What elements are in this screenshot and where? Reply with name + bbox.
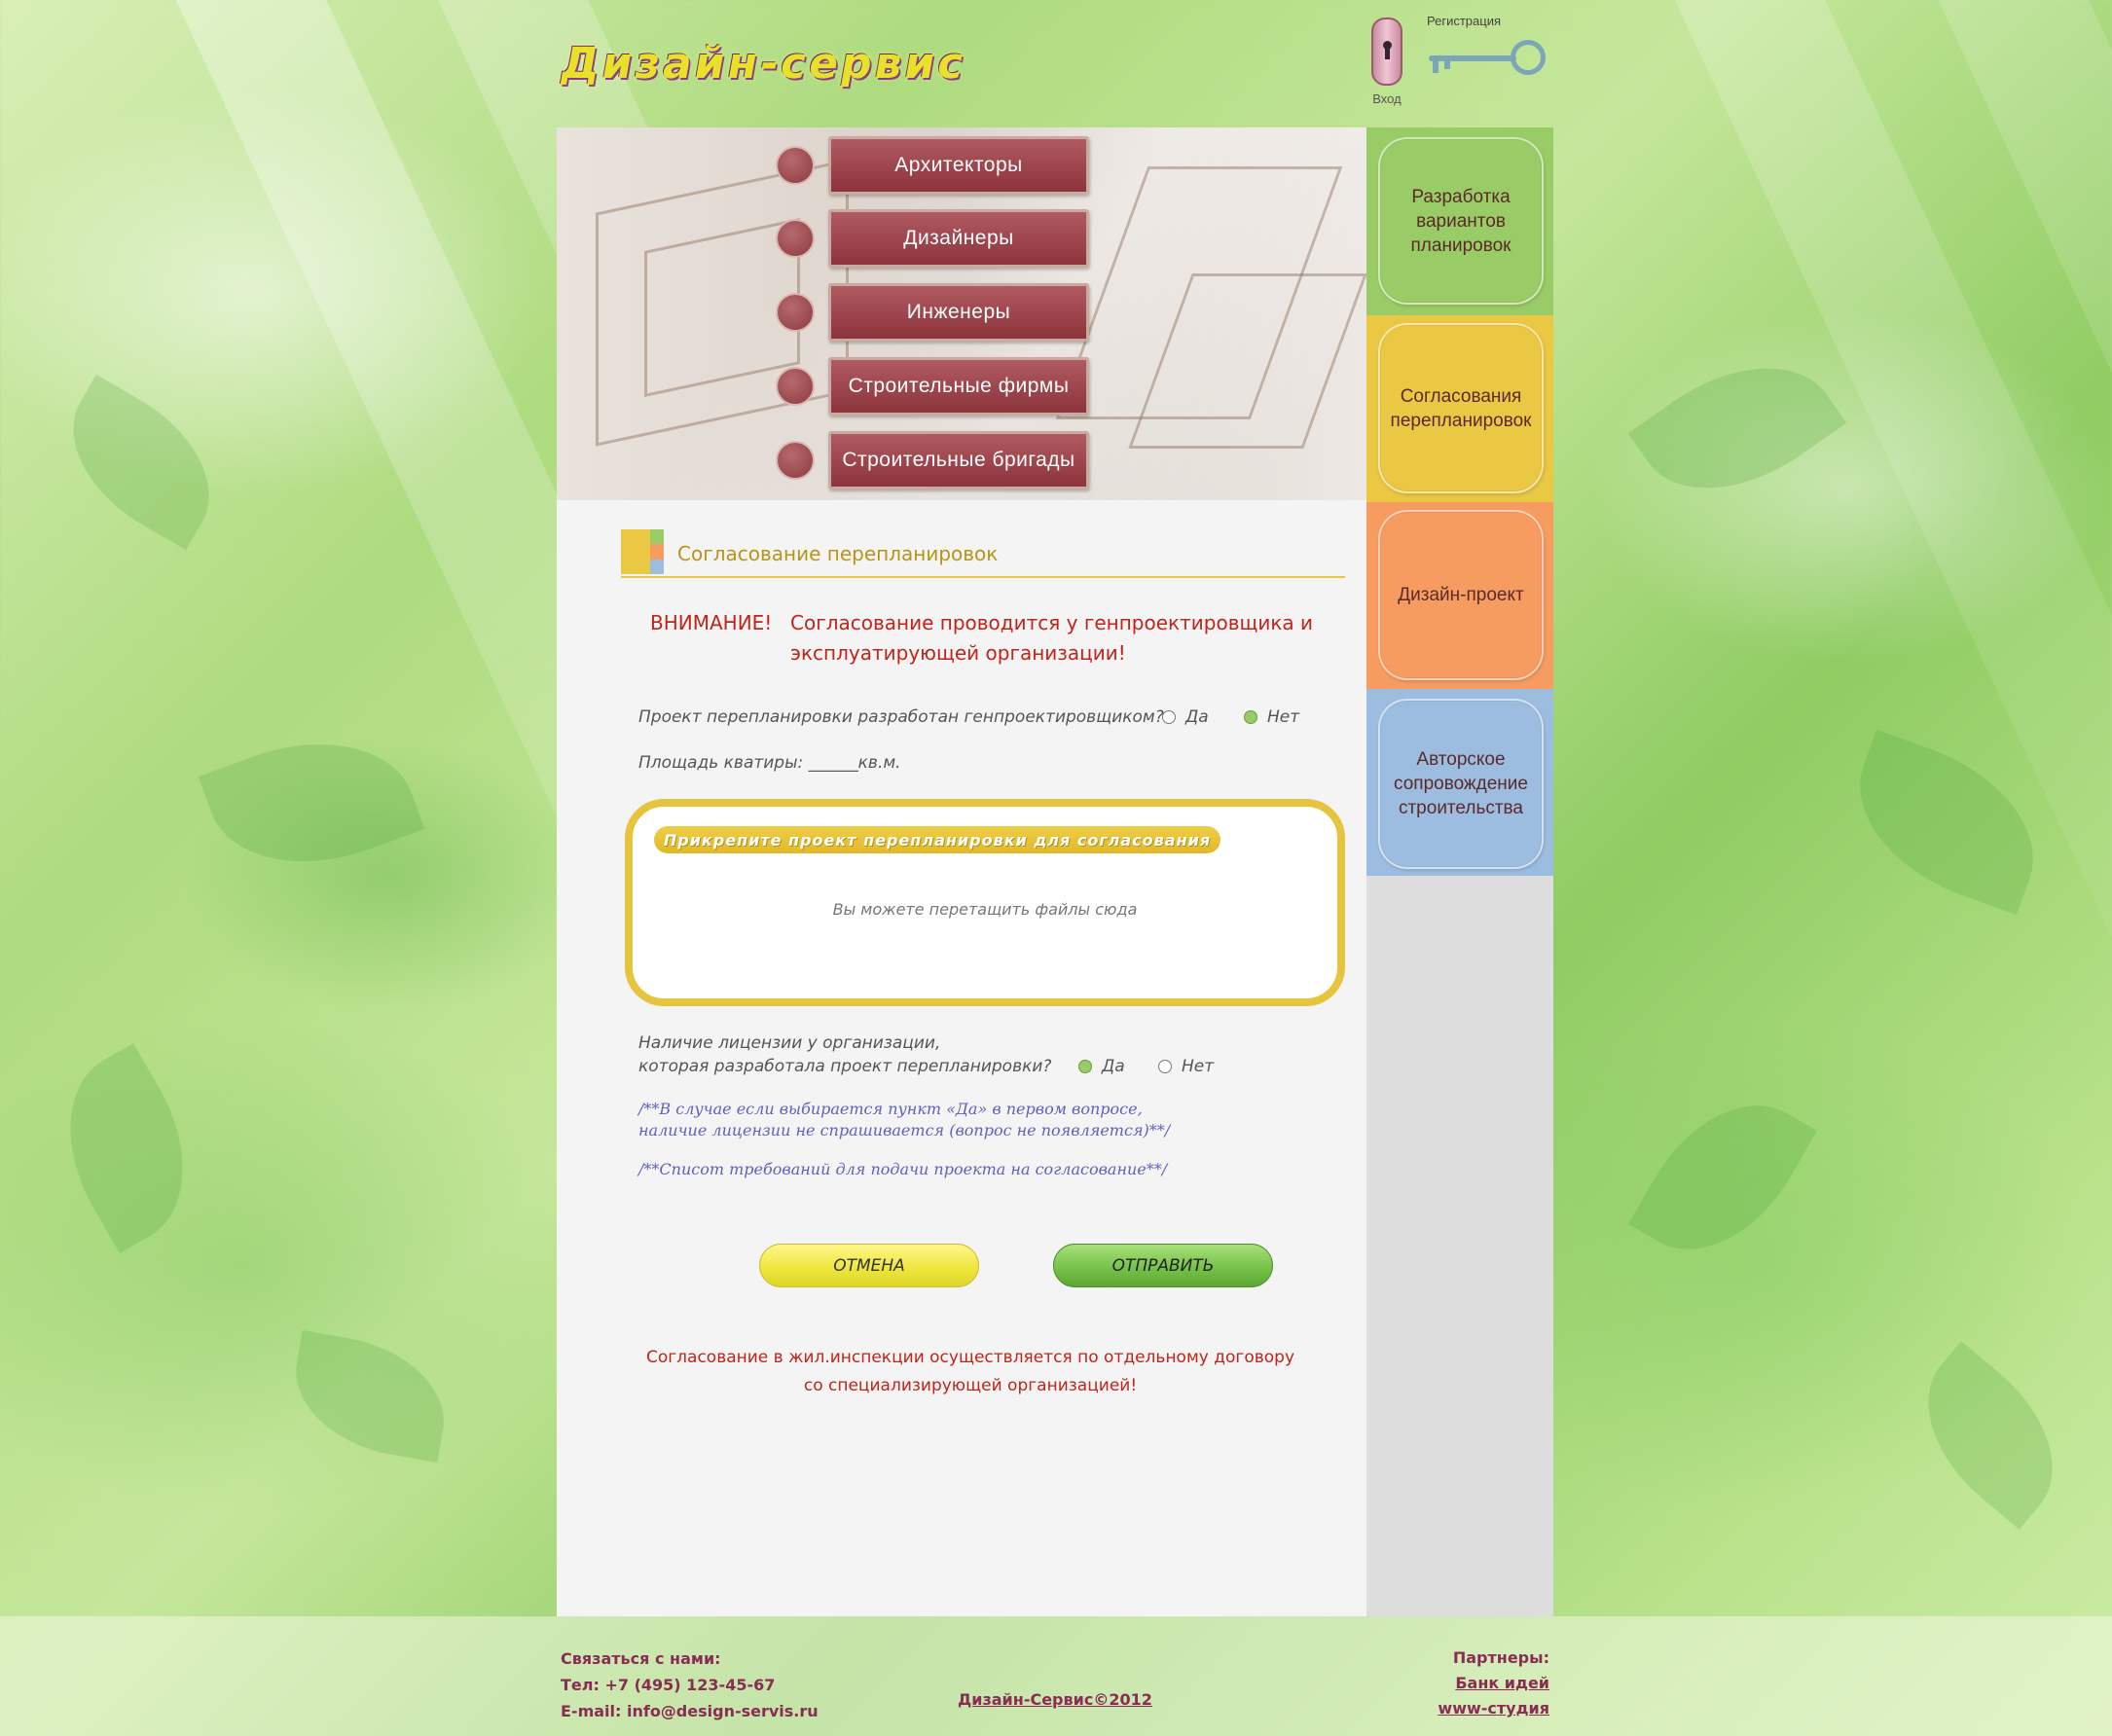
bullet-icon bbox=[776, 367, 815, 406]
menu-item-label[interactable]: Архитекторы bbox=[828, 136, 1089, 195]
file-dropzone[interactable]: Прикрепите проект перепланировки для сог… bbox=[625, 799, 1345, 1006]
bullet-icon bbox=[776, 293, 815, 332]
bottom-note-line2: со специализирующей организацией! bbox=[803, 1376, 1138, 1395]
banner: Архитекторы Дизайнеры Инженеры Строитель… bbox=[557, 127, 1366, 500]
dropzone-title: Прикрепите проект перепланировки для сог… bbox=[654, 826, 1220, 853]
menu-item-label[interactable]: Строительные фирмы bbox=[828, 357, 1089, 416]
sidebar-block-supervision: Авторское сопровождение строительства bbox=[1366, 689, 1553, 876]
bullet-icon bbox=[776, 146, 815, 185]
partners-heading: Партнеры: bbox=[1452, 1648, 1549, 1667]
menu-item-designers[interactable]: Дизайнеры bbox=[776, 209, 1097, 268]
sidebar-block-design-project: Дизайн-проект bbox=[1366, 502, 1553, 689]
radio-q2-no[interactable]: Нет bbox=[1158, 1057, 1214, 1076]
keyhole-icon bbox=[1371, 18, 1402, 86]
bottom-note: Согласование в жил.инспекции осуществляе… bbox=[615, 1344, 1326, 1400]
login-label: Вход bbox=[1372, 91, 1402, 106]
services-sidebar: Разработка вариантов планировок Согласов… bbox=[1366, 127, 1553, 1616]
radio-label: Нет bbox=[1267, 707, 1300, 727]
menu-item-label[interactable]: Строительные бригады bbox=[828, 431, 1089, 489]
radio-q2-yes[interactable]: Да bbox=[1078, 1057, 1125, 1076]
sidebar-block-layouts: Разработка вариантов планировок bbox=[1366, 127, 1553, 315]
bullet-icon bbox=[776, 441, 815, 480]
register-label: Регистрация bbox=[1427, 14, 1501, 28]
contact-email[interactable]: E-mail: info@design-servis.ru bbox=[561, 1698, 819, 1724]
dev-note-1-line1: /**В случае если выбирается пункт «Да» в… bbox=[638, 1100, 1143, 1118]
submit-button[interactable]: ОТПРАВИТЬ bbox=[1053, 1244, 1273, 1287]
radio-circle-selected bbox=[1078, 1060, 1092, 1073]
footer: Связаться с нами: Тел: +7 (495) 123-45-6… bbox=[0, 1616, 2112, 1736]
radio-circle bbox=[1158, 1060, 1172, 1073]
footer-copyright[interactable]: Дизайн-Сервис©2012 bbox=[958, 1690, 1152, 1709]
contact-heading: Связаться с нами: bbox=[561, 1649, 721, 1668]
menu-item-construction-crews[interactable]: Строительные бригады bbox=[776, 431, 1097, 489]
sidebar-item-layouts[interactable]: Разработка вариантов планировок bbox=[1378, 137, 1544, 305]
partner-link-web-studio[interactable]: www-студия bbox=[1402, 1696, 1549, 1721]
radio-label: Да bbox=[1185, 707, 1209, 727]
question-general-designer: Проект перепланировки разработан генпрое… bbox=[638, 707, 1164, 727]
contact-phone: Тел: +7 (495) 123-45-67 bbox=[561, 1676, 776, 1694]
menu-item-architects[interactable]: Архитекторы bbox=[776, 136, 1097, 195]
bottom-note-line1: Согласование в жил.инспекции осуществляе… bbox=[645, 1348, 1295, 1367]
register-button[interactable]: Регистрация bbox=[1421, 14, 1557, 82]
sidebar-block-approvals: Согласования перепланировок bbox=[1366, 315, 1553, 502]
section-title: Согласование перепланировок bbox=[677, 542, 999, 565]
menu-item-label[interactable]: Инженеры bbox=[828, 283, 1089, 342]
site-logo[interactable]: Дизайн-сервис bbox=[556, 39, 1073, 97]
dev-note-1-line2: наличие лицензии не спрашивается (вопрос… bbox=[638, 1121, 1171, 1139]
dropzone-hint: Вы можете перетащить файлы сюда bbox=[832, 900, 1138, 919]
section-header: Согласование перепланировок bbox=[621, 529, 1345, 578]
radio-label: Да bbox=[1102, 1057, 1125, 1076]
sidebar-item-supervision[interactable]: Авторское сопровождение строительства bbox=[1378, 699, 1544, 869]
radio-q1-yes[interactable]: Да bbox=[1162, 707, 1209, 727]
bullet-icon bbox=[776, 219, 815, 258]
area-field[interactable]: Площадь кватиры: ______кв.м. bbox=[638, 753, 901, 773]
question-license-line2: которая разработала проект перепланировк… bbox=[638, 1057, 1052, 1076]
dev-note-2: /**Списот требований для подачи проекта … bbox=[638, 1160, 1168, 1178]
main-panel: Архитекторы Дизайнеры Инженеры Строитель… bbox=[557, 127, 1366, 1616]
menu-item-label[interactable]: Дизайнеры bbox=[828, 209, 1089, 268]
sidebar-item-approvals[interactable]: Согласования перепланировок bbox=[1378, 323, 1544, 493]
warning-label: ВНИМАНИЕ! bbox=[650, 611, 773, 634]
dev-note-1: /**В случае если выбирается пункт «Да» в… bbox=[638, 1099, 1170, 1141]
login-button[interactable]: Вход bbox=[1363, 18, 1411, 119]
footer-partners: Партнеры: Банк идей www-студия bbox=[1402, 1646, 1549, 1721]
section-color-icon bbox=[621, 529, 664, 574]
menu-item-construction-firms[interactable]: Строительные фирмы bbox=[776, 357, 1097, 416]
radio-label: Нет bbox=[1182, 1057, 1215, 1076]
radio-q1-no[interactable]: Нет bbox=[1244, 707, 1299, 727]
radio-circle-selected bbox=[1244, 710, 1257, 724]
menu-item-engineers[interactable]: Инженеры bbox=[776, 283, 1097, 342]
cancel-button[interactable]: ОТМЕНА bbox=[759, 1244, 979, 1287]
footer-contacts: Связаться с нами: Тел: +7 (495) 123-45-6… bbox=[561, 1646, 819, 1724]
radio-circle bbox=[1162, 710, 1176, 724]
sidebar-item-design-project[interactable]: Дизайн-проект bbox=[1378, 510, 1544, 680]
key-icon bbox=[1421, 34, 1548, 83]
partner-link-idea-bank[interactable]: Банк идей bbox=[1402, 1671, 1549, 1696]
warning-text: Согласование проводится у генпроектировщ… bbox=[790, 611, 1314, 665]
question-license-line1: Наличие лицензии у организации, bbox=[638, 1033, 941, 1053]
